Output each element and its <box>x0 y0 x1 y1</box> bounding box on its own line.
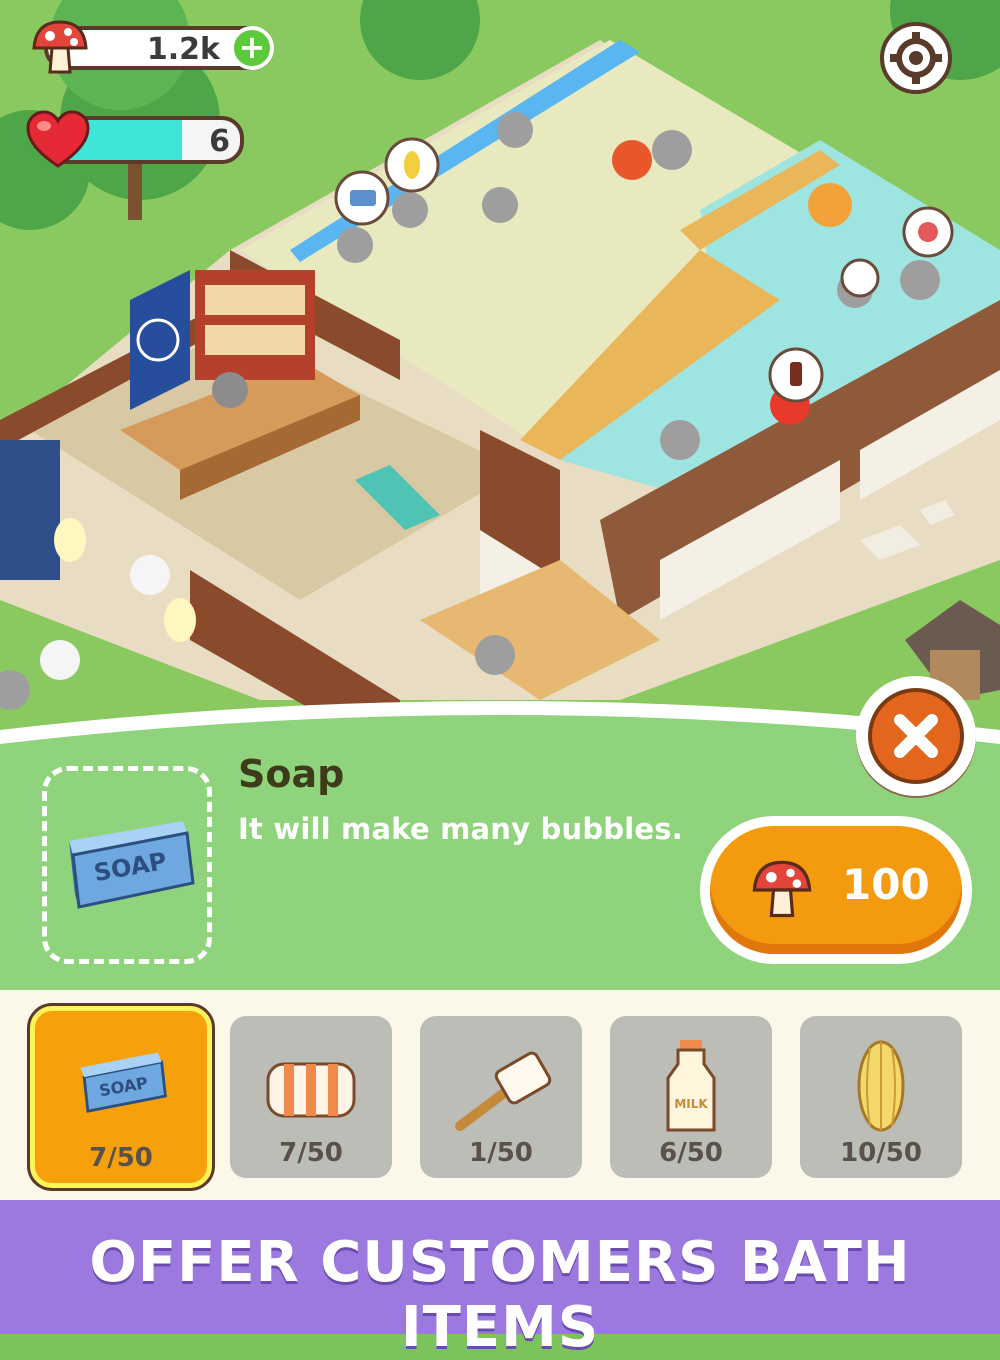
milk-icon: MILK <box>666 1040 716 1132</box>
item-description: It will make many bubbles. <box>238 812 683 846</box>
item-count: 7/50 <box>279 1138 343 1168</box>
brush-icon <box>455 1051 552 1131</box>
heart-value: 6 <box>209 124 230 159</box>
item-slot-milk[interactable]: MILK 6/50 <box>610 1016 772 1178</box>
currency-value: 1.2k <box>146 32 220 67</box>
close-icon <box>894 714 938 758</box>
item-slot-soap[interactable]: SOAP 7/50 <box>30 1006 212 1188</box>
soap-icon: SOAP <box>80 1052 167 1113</box>
close-button[interactable] <box>856 676 976 796</box>
towel-icon <box>266 1062 356 1118</box>
add-currency-button[interactable]: + <box>230 26 274 70</box>
game-scene[interactable]: 1.2k + 6 <box>0 0 1000 760</box>
soap-icon: SOAP <box>69 821 195 909</box>
bathhouse-scene-art <box>0 0 1000 760</box>
item-count: 10/50 <box>840 1138 922 1168</box>
item-count: 6/50 <box>659 1138 723 1168</box>
item-slot-loofah[interactable]: 10/50 <box>800 1016 962 1178</box>
settings-button[interactable] <box>880 22 952 94</box>
promo-banner: OFFER CUSTOMERS BATH ITEMS <box>0 1200 1000 1360</box>
item-slot-bath-brush[interactable]: 1/50 <box>420 1016 582 1178</box>
item-count: 7/50 <box>89 1143 153 1173</box>
item-title: Soap <box>238 752 345 796</box>
item-count: 1/50 <box>469 1138 533 1168</box>
item-preview-frame: SOAP <box>42 766 212 964</box>
mushroom-icon <box>752 860 812 918</box>
buy-price: 100 <box>842 860 930 909</box>
plus-icon: + <box>238 28 266 66</box>
mushroom-icon <box>32 20 88 74</box>
buy-button[interactable]: 100 <box>700 816 972 964</box>
loofah-icon <box>857 1040 905 1132</box>
heart-icon <box>26 110 90 168</box>
svg-text:MILK: MILK <box>674 1097 708 1111</box>
gear-icon <box>890 32 942 84</box>
banner-text: OFFER CUSTOMERS BATH ITEMS <box>89 1230 911 1360</box>
item-slot-towel[interactable]: 7/50 <box>230 1016 392 1178</box>
